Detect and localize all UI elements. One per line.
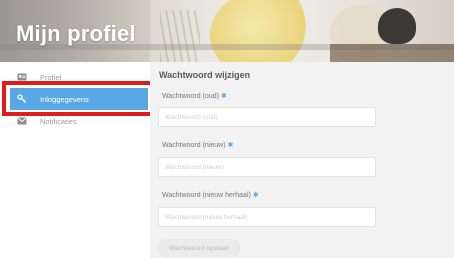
old-password-label: Wachtwoord (oud) ✱ xyxy=(162,93,227,100)
banner-table-image xyxy=(330,44,454,62)
repeat-password-input[interactable] xyxy=(158,207,376,227)
banner-plant-image xyxy=(160,10,200,62)
sidebar-item-label: Inloggegevens xyxy=(40,94,89,104)
envelope-icon xyxy=(16,115,28,127)
new-password-input[interactable] xyxy=(158,157,376,177)
sidebar-item-label: Notificaties xyxy=(40,116,77,126)
sidebar: Profiel Inloggegevens Notificaties xyxy=(0,62,150,258)
new-password-label: Wachtwoord (nieuw) ✱ xyxy=(162,142,234,149)
section-title: Wachtwoord wijzigen xyxy=(159,70,251,80)
password-change-panel: Wachtwoord wijzigen Wachtwoord (oud) ✱ Wa… xyxy=(150,62,454,258)
sidebar-item-profiel[interactable]: Profiel xyxy=(10,66,148,88)
page-title: Mijn profiel xyxy=(16,21,136,46)
old-password-input[interactable] xyxy=(158,107,376,127)
repeat-password-label: Wachtwoord (nieuw herhaal) ✱ xyxy=(162,192,259,199)
key-icon xyxy=(16,93,28,105)
sidebar-item-notificaties[interactable]: Notificaties xyxy=(10,110,148,132)
required-marker-icon: ✱ xyxy=(220,93,227,100)
sidebar-item-inloggegevens[interactable]: Inloggegevens xyxy=(10,88,148,110)
required-marker-icon: ✱ xyxy=(227,142,234,149)
save-password-button[interactable]: Wachtwoord opslaan xyxy=(158,239,240,257)
profile-card-icon xyxy=(16,71,28,83)
sidebar-item-label: Profiel xyxy=(40,72,62,82)
header-banner: Mijn profiel xyxy=(0,0,454,62)
required-marker-icon: ✱ xyxy=(252,192,259,199)
banner-lamp-image xyxy=(378,8,416,44)
banner-yellow-decor xyxy=(210,0,320,62)
